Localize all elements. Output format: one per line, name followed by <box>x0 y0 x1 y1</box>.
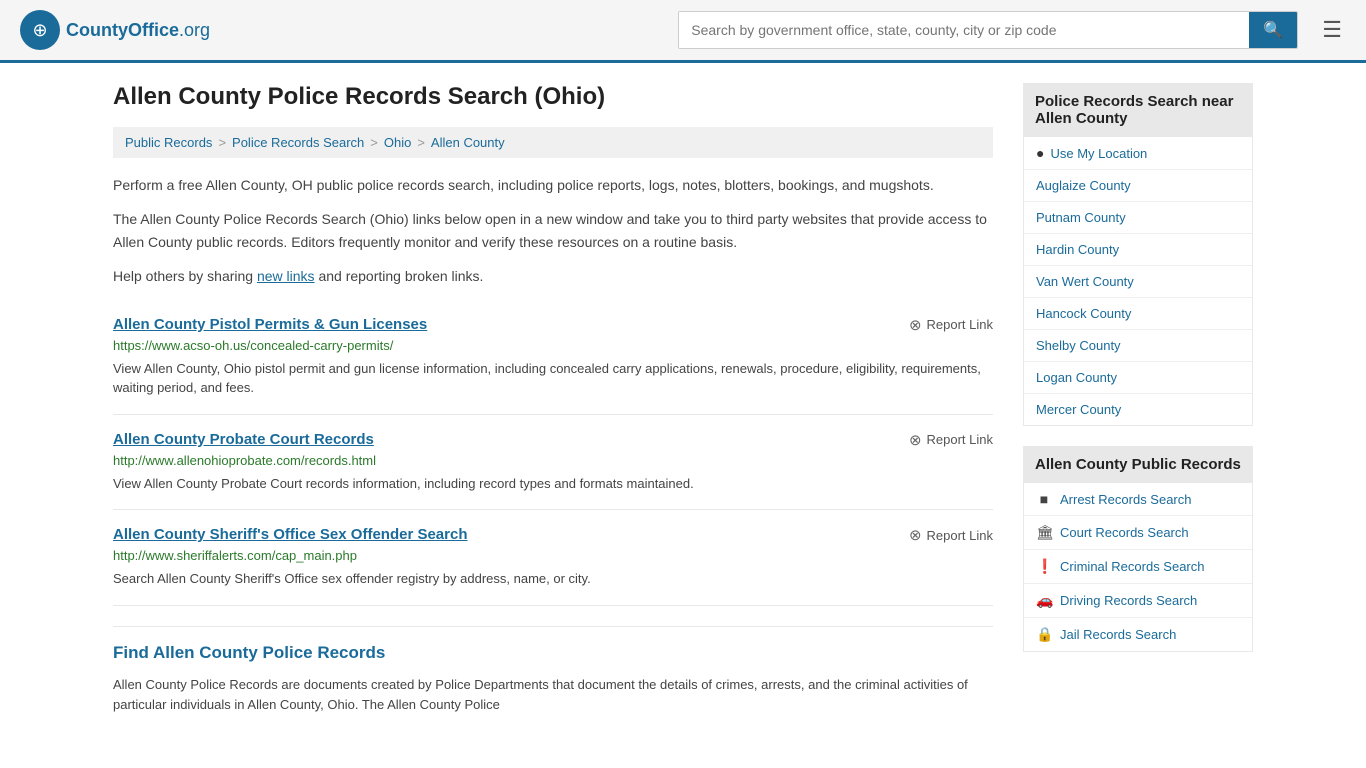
criminal-records-link[interactable]: Criminal Records Search <box>1060 559 1205 574</box>
record-description: View Allen County, Ohio pistol permit an… <box>113 359 993 398</box>
intro-para-3-suffix: and reporting broken links. <box>315 268 484 284</box>
arrest-records-item: ■ Arrest Records Search <box>1024 483 1252 516</box>
jail-records-link[interactable]: Jail Records Search <box>1060 627 1176 642</box>
record-description: Search Allen County Sheriff's Office sex… <box>113 569 993 589</box>
county-hancock-link[interactable]: Hancock County <box>1036 306 1131 321</box>
report-link-btn[interactable]: ⊗ Report Link <box>909 316 993 334</box>
county-hancock: Hancock County <box>1024 298 1252 330</box>
record-url[interactable]: http://www.allenohioprobate.com/records.… <box>113 453 993 468</box>
sidebar: Police Records Search near Allen County … <box>1023 83 1253 716</box>
logo-text: CountyOffice.org <box>66 20 210 41</box>
county-mercer: Mercer County <box>1024 394 1252 425</box>
search-button[interactable]: 🔍 <box>1249 12 1297 48</box>
county-putnam-link[interactable]: Putnam County <box>1036 210 1126 225</box>
record-item-header: Allen County Probate Court Records ⊗ Rep… <box>113 431 993 449</box>
report-link-label: Report Link <box>927 317 993 332</box>
page-container: Allen County Police Records Search (Ohio… <box>93 63 1273 736</box>
intro-para-3: Help others by sharing new links and rep… <box>113 265 993 287</box>
driving-records-link[interactable]: Driving Records Search <box>1060 593 1197 608</box>
court-records-item: 🏛 Court Records Search <box>1024 516 1252 550</box>
find-section: Find Allen County Police Records Allen C… <box>113 626 993 717</box>
arrest-icon: ■ <box>1036 491 1052 507</box>
nearby-header: Police Records Search near Allen County <box>1023 83 1253 137</box>
new-links[interactable]: new links <box>257 268 315 284</box>
breadcrumb-sep-2: > <box>370 135 378 150</box>
breadcrumb-sep-1: > <box>218 135 226 150</box>
record-item: Allen County Pistol Permits & Gun Licens… <box>113 300 993 415</box>
county-shelby-link[interactable]: Shelby County <box>1036 338 1121 353</box>
county-hardin-link[interactable]: Hardin County <box>1036 242 1119 257</box>
record-title[interactable]: Allen County Pistol Permits & Gun Licens… <box>113 316 427 333</box>
record-description: View Allen County Probate Court records … <box>113 474 993 494</box>
county-logan-link[interactable]: Logan County <box>1036 370 1117 385</box>
county-logan: Logan County <box>1024 362 1252 394</box>
report-link-label: Report Link <box>927 432 993 447</box>
criminal-records-item: ❗ Criminal Records Search <box>1024 550 1252 584</box>
criminal-icon: ❗ <box>1036 558 1052 575</box>
jail-records-item: 🔒 Jail Records Search <box>1024 618 1252 651</box>
location-pin-icon: ● <box>1036 145 1044 161</box>
search-bar: 🔍 <box>678 11 1298 49</box>
logo-link[interactable]: ⊕ CountyOffice.org <box>20 10 210 50</box>
public-records-header: Allen County Public Records <box>1023 446 1253 483</box>
driving-records-item: 🚗 Driving Records Search <box>1024 584 1252 618</box>
county-shelby: Shelby County <box>1024 330 1252 362</box>
public-records-section: Allen County Public Records ■ Arrest Rec… <box>1023 446 1253 652</box>
find-title: Find Allen County Police Records <box>113 643 993 663</box>
record-url[interactable]: http://www.sheriffalerts.com/cap_main.ph… <box>113 548 993 563</box>
search-input[interactable] <box>679 12 1249 48</box>
record-url[interactable]: https://www.acso-oh.us/concealed-carry-p… <box>113 338 993 353</box>
record-item-header: Allen County Sheriff's Office Sex Offend… <box>113 526 993 544</box>
record-item: Allen County Sheriff's Office Sex Offend… <box>113 510 993 606</box>
breadcrumb-police-records[interactable]: Police Records Search <box>232 135 364 150</box>
county-mercer-link[interactable]: Mercer County <box>1036 402 1121 417</box>
report-link-btn[interactable]: ⊗ Report Link <box>909 526 993 544</box>
record-title[interactable]: Allen County Probate Court Records <box>113 431 374 448</box>
county-hardin: Hardin County <box>1024 234 1252 266</box>
hamburger-menu-button[interactable]: ☰ <box>1318 13 1346 47</box>
jail-icon: 🔒 <box>1036 626 1052 643</box>
report-icon: ⊗ <box>909 431 922 449</box>
county-van-wert: Van Wert County <box>1024 266 1252 298</box>
record-item-header: Allen County Pistol Permits & Gun Licens… <box>113 316 993 334</box>
driving-icon: 🚗 <box>1036 592 1052 609</box>
breadcrumb-public-records[interactable]: Public Records <box>125 135 212 150</box>
site-header: ⊕ CountyOffice.org 🔍 ☰ <box>0 0 1366 63</box>
main-content: Allen County Police Records Search (Ohio… <box>113 83 993 716</box>
report-icon: ⊗ <box>909 526 922 544</box>
logo-icon: ⊕ <box>20 10 60 50</box>
county-auglaize: Auglaize County <box>1024 170 1252 202</box>
record-title[interactable]: Allen County Sheriff's Office Sex Offend… <box>113 526 468 543</box>
find-description: Allen County Police Records are document… <box>113 675 993 717</box>
intro-para-2: The Allen County Police Records Search (… <box>113 208 993 253</box>
records-list: Allen County Pistol Permits & Gun Licens… <box>113 300 993 606</box>
report-link-label: Report Link <box>927 528 993 543</box>
page-title: Allen County Police Records Search (Ohio… <box>113 83 993 111</box>
report-link-btn[interactable]: ⊗ Report Link <box>909 431 993 449</box>
public-records-list: ■ Arrest Records Search 🏛 Court Records … <box>1023 483 1253 652</box>
nearby-section: Police Records Search near Allen County … <box>1023 83 1253 426</box>
breadcrumb-allen-county[interactable]: Allen County <box>431 135 505 150</box>
arrest-records-link[interactable]: Arrest Records Search <box>1060 492 1192 507</box>
intro-para-3-prefix: Help others by sharing <box>113 268 257 284</box>
use-my-location-link[interactable]: Use My Location <box>1050 146 1147 161</box>
breadcrumb-sep-3: > <box>417 135 425 150</box>
record-item: Allen County Probate Court Records ⊗ Rep… <box>113 415 993 511</box>
breadcrumb-ohio[interactable]: Ohio <box>384 135 411 150</box>
report-icon: ⊗ <box>909 316 922 334</box>
breadcrumb: Public Records > Police Records Search >… <box>113 127 993 158</box>
county-auglaize-link[interactable]: Auglaize County <box>1036 178 1131 193</box>
county-putnam: Putnam County <box>1024 202 1252 234</box>
court-records-link[interactable]: Court Records Search <box>1060 525 1189 540</box>
county-van-wert-link[interactable]: Van Wert County <box>1036 274 1134 289</box>
nearby-list: ● Use My Location Auglaize County Putnam… <box>1023 137 1253 426</box>
intro-para-1: Perform a free Allen County, OH public p… <box>113 174 993 196</box>
use-my-location-item[interactable]: ● Use My Location <box>1024 137 1252 170</box>
court-icon: 🏛 <box>1036 524 1052 541</box>
